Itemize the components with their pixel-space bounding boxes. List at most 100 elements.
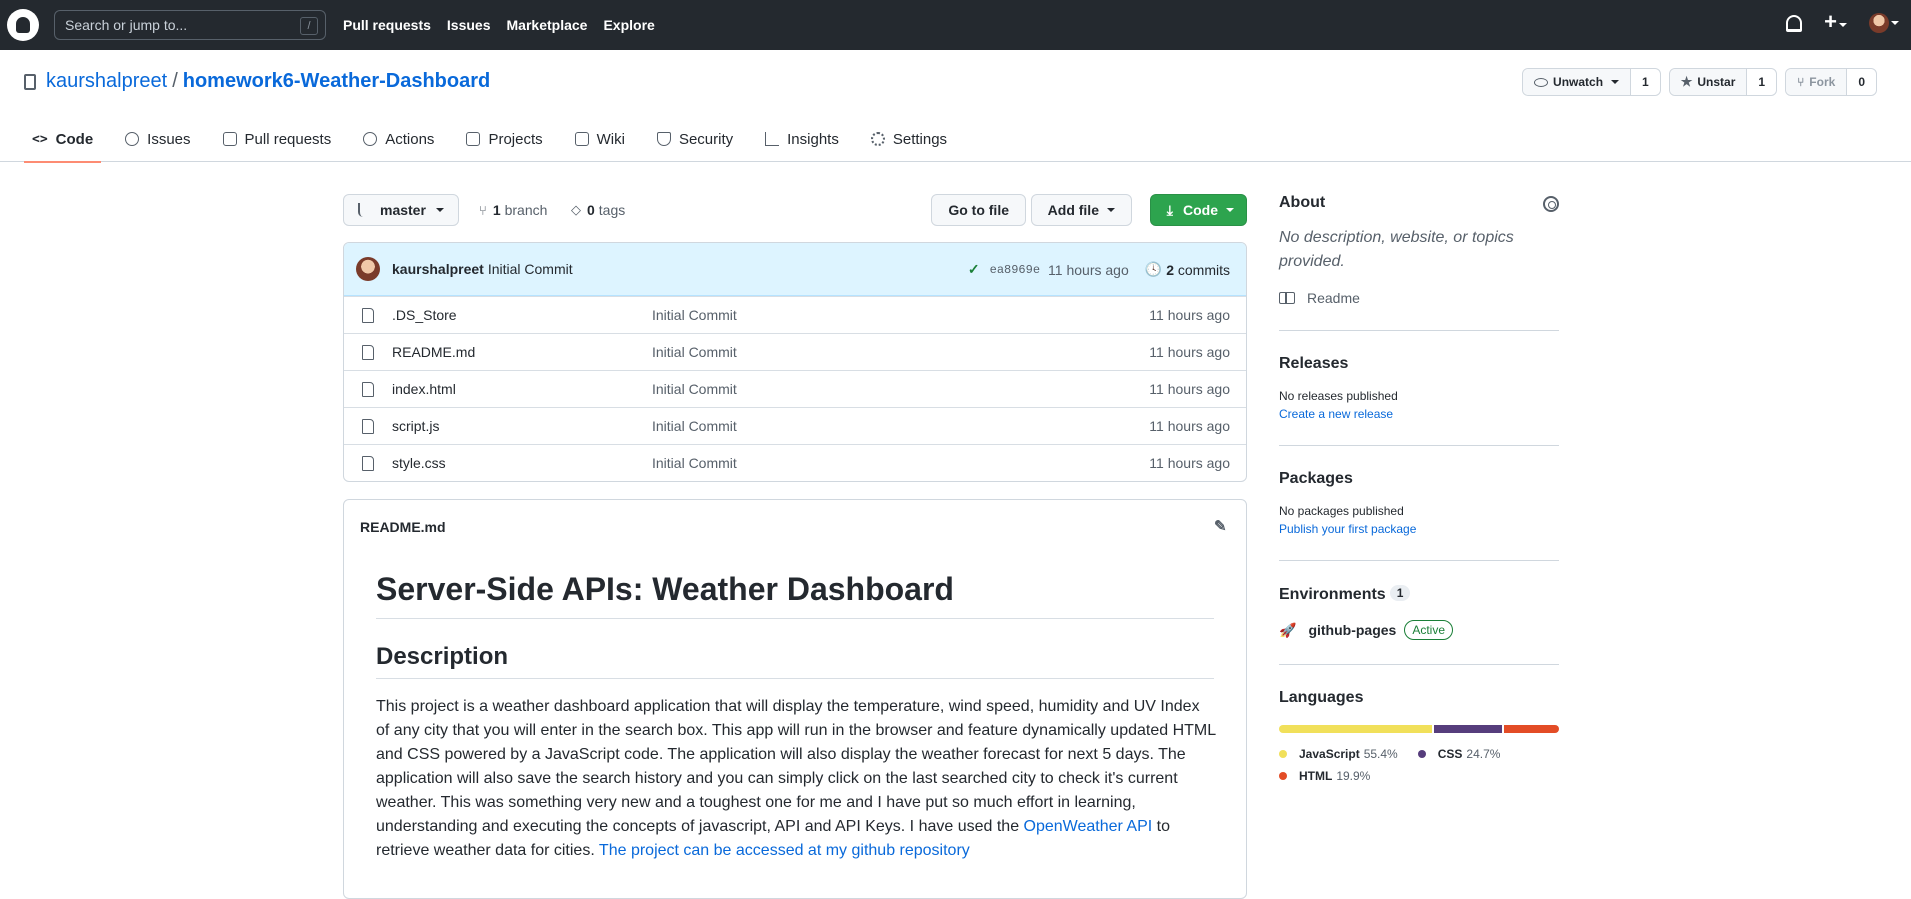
file-commit-message[interactable]: Initial Commit [652, 381, 737, 397]
tag-word: tags [598, 202, 626, 218]
nav-issues[interactable]: Issues [447, 17, 491, 33]
rocket-icon: 🚀 [1279, 621, 1297, 638]
repo-name-link[interactable]: homework6-Weather-Dashboard [183, 70, 490, 93]
file-time: 11 hours ago [1149, 381, 1230, 397]
readme-link[interactable]: Readme [1279, 290, 1559, 306]
file-name[interactable]: .DS_Store [392, 307, 457, 323]
check-icon[interactable]: ✓ [968, 261, 980, 278]
go-to-file-button[interactable]: Go to file [931, 194, 1026, 226]
github-logo-icon[interactable] [7, 9, 39, 41]
tags-link[interactable]: ◇ 0 tags [571, 202, 625, 218]
branch-bar: master ⑂ 1 branch ◇ 0 tags Go to file Add fi… [343, 194, 1247, 226]
tab-label: Security [678, 130, 734, 148]
file-icon [362, 456, 374, 471]
language-item[interactable]: JavaScript 55.4% [1279, 745, 1398, 763]
commit-author[interactable]: kaurshalpreet [392, 261, 484, 277]
commit-message[interactable]: Initial Commit [488, 261, 573, 277]
file-commit-message[interactable]: Initial Commit [652, 307, 737, 323]
tab-label: Insights [787, 130, 839, 148]
language-bar-segment[interactable] [1279, 725, 1432, 733]
repo-icon [24, 73, 36, 90]
file-commit-message[interactable]: Initial Commit [652, 344, 737, 360]
tab-settings[interactable]: Settings [863, 116, 955, 162]
languages-section: Languages JavaScript 55.4% CSS 24.7% HTML 1… [1279, 664, 1559, 785]
file-row: script.js Initial Commit 11 hours ago [344, 407, 1246, 444]
releases-title[interactable]: Releases [1279, 355, 1559, 373]
language-bar-segment[interactable] [1433, 725, 1503, 733]
watch-count[interactable]: 1 [1631, 69, 1660, 95]
global-header: Search or jump to... / Pull requests Iss… [0, 0, 1911, 50]
chevron-down-icon [1839, 23, 1847, 28]
star-button-group: ★ Unstar 1 [1668, 68, 1778, 96]
github-repository-link[interactable]: The project can be accessed at my github… [599, 842, 970, 859]
file-commit-message[interactable]: Initial Commit [652, 455, 737, 471]
tab-pull-requests[interactable]: Pull requests [215, 116, 340, 162]
commits-link[interactable]: 2 commits [1166, 262, 1230, 278]
branches-link[interactable]: ⑂ 1 branch [479, 202, 547, 218]
tab-projects[interactable]: Projects [458, 116, 550, 162]
create-new-menu[interactable]: + [1824, 11, 1847, 33]
tab-wiki[interactable]: Wiki [567, 116, 633, 162]
file-name[interactable]: style.css [392, 455, 446, 471]
repo-owner-link[interactable]: kaurshalpreet [46, 70, 167, 93]
user-menu[interactable] [1869, 13, 1899, 33]
nav-explore[interactable]: Explore [603, 17, 654, 33]
language-item[interactable]: CSS 24.7% [1417, 745, 1500, 763]
file-list: kaurshalpreet Initial Commit ✓ ea8969e 1… [343, 242, 1247, 482]
packages-section: Packages No packages published Publish y… [1279, 445, 1559, 536]
language-item[interactable]: HTML 19.9% [1279, 767, 1370, 785]
releases-section: Releases No releases published Create a … [1279, 330, 1559, 421]
branch-icon: ⑂ [479, 202, 487, 218]
file-row: README.md Initial Commit 11 hours ago [344, 333, 1246, 370]
environment-name[interactable]: github-pages [1308, 622, 1396, 638]
language-bar [1279, 725, 1559, 733]
nav-pull-requests[interactable]: Pull requests [343, 17, 431, 33]
unstar-label: Unstar [1697, 75, 1736, 89]
commit-sha[interactable]: ea8969e [990, 263, 1040, 277]
unwatch-button[interactable]: Unwatch [1523, 69, 1632, 95]
tab-insights[interactable]: Insights [757, 116, 847, 162]
tab-actions[interactable]: Actions [355, 116, 442, 162]
search-input[interactable]: Search or jump to... / [54, 10, 326, 40]
commit-time: 11 hours ago [1048, 261, 1129, 278]
code-download-button[interactable]: ⤓ Code [1149, 194, 1247, 226]
unstar-button[interactable]: ★ Unstar [1669, 69, 1748, 95]
bell-icon[interactable] [1786, 14, 1803, 32]
openweather-api-link[interactable]: OpenWeather API [1024, 818, 1153, 835]
tab-label: Projects [488, 130, 543, 148]
repo-actions: Unwatch 1 ★ Unstar 1 ⑂ Fork 0 [1522, 68, 1877, 96]
file-name[interactable]: README.md [392, 344, 475, 360]
file-commit-message[interactable]: Initial Commit [652, 418, 737, 434]
publish-package-link[interactable]: Publish your first package [1279, 522, 1559, 536]
tab-code[interactable]: <> Code [24, 116, 102, 163]
avatar[interactable] [356, 257, 380, 281]
environments-heading[interactable]: Environments 1 [1279, 585, 1559, 604]
languages-title: Languages [1279, 689, 1364, 706]
file-time: 11 hours ago [1149, 344, 1230, 360]
fork-button-group: ⑂ Fork 0 [1785, 68, 1877, 96]
fork-button[interactable]: ⑂ Fork [1786, 69, 1848, 95]
fork-count[interactable]: 0 [1847, 69, 1876, 95]
language-bar-segment[interactable] [1504, 725, 1559, 733]
readme-heading-description: Description [376, 643, 1214, 679]
branch-count: 1 [492, 202, 501, 218]
tab-issues[interactable]: Issues [117, 116, 198, 162]
pencil-icon[interactable]: ✎ [1214, 517, 1230, 535]
tag-count: 0 [587, 202, 595, 218]
chevron-down-icon [1611, 80, 1620, 84]
packages-title[interactable]: Packages [1279, 470, 1559, 488]
plus-icon: + [1824, 9, 1837, 34]
environments-count: 1 [1389, 585, 1411, 601]
tab-security[interactable]: Security [649, 116, 741, 162]
nav-marketplace[interactable]: Marketplace [507, 17, 588, 33]
gear-icon[interactable] [1543, 196, 1559, 212]
create-release-link[interactable]: Create a new release [1279, 407, 1559, 421]
readme-label: Readme [1307, 290, 1360, 306]
play-icon [363, 132, 378, 146]
branch-select-button[interactable]: master [343, 194, 459, 226]
file-name[interactable]: index.html [392, 381, 456, 397]
file-time: 11 hours ago [1149, 455, 1230, 471]
star-count[interactable]: 1 [1747, 69, 1777, 95]
file-name[interactable]: script.js [392, 418, 439, 434]
add-file-button[interactable]: Add file [1030, 194, 1132, 226]
